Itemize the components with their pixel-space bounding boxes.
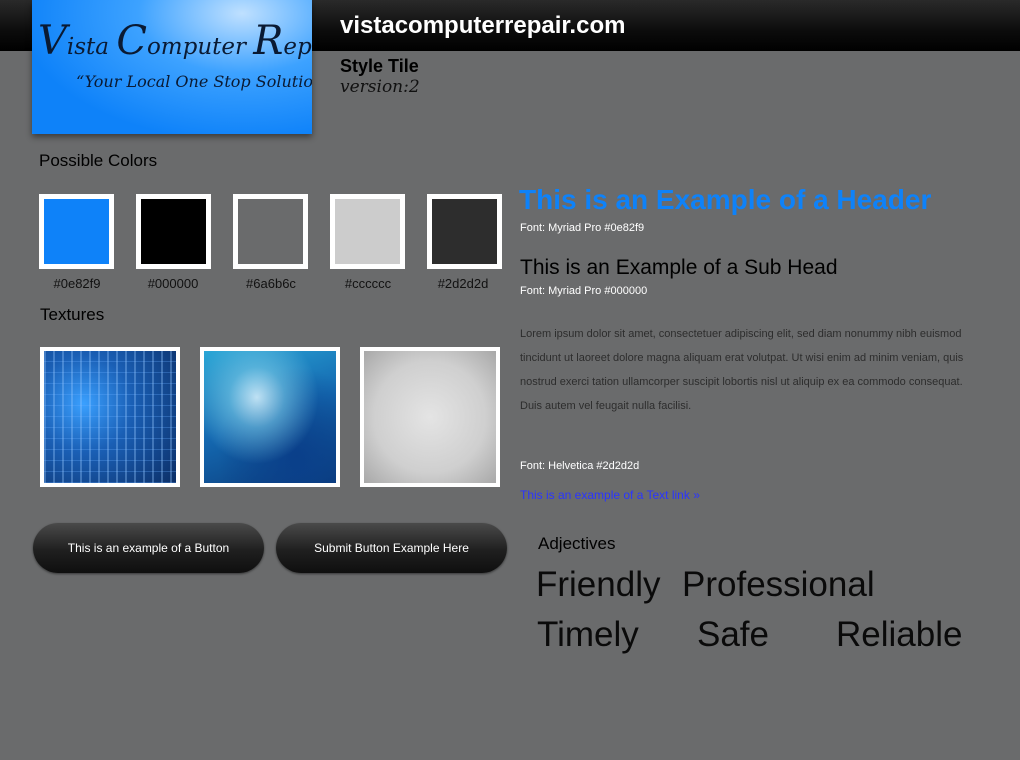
adjectives-title: Adjectives — [538, 534, 616, 553]
header-font-note: Font: Myriad Pro #0e82f9 — [520, 222, 645, 234]
example-button[interactable]: This is an example of a Button — [33, 523, 264, 573]
texture-circuit — [40, 347, 180, 487]
swatch-fill — [44, 199, 109, 264]
swatch-label-light-gray: #cccccc — [344, 276, 392, 291]
color-swatch-gray — [233, 194, 308, 269]
logo-initial-v: V — [38, 18, 67, 64]
color-swatch-dark-gray — [427, 194, 502, 269]
text-link-example[interactable]: This is an example of a Text link » — [520, 488, 700, 502]
adjective-professional: Professional — [682, 565, 875, 604]
submit-button[interactable]: Submit Button Example Here — [276, 523, 507, 573]
adjective-reliable: Reliable — [836, 615, 963, 654]
logo-word-computer: omputer — [146, 34, 254, 60]
blue-grunge-texture — [204, 351, 336, 483]
adjective-friendly: Friendly — [536, 565, 661, 604]
color-swatch-black — [136, 194, 211, 269]
subhead-font-note: Font: Myriad Pro #000000 — [520, 285, 648, 297]
circuit-board-texture — [44, 351, 176, 483]
logo-tagline: “Your Local One Stop Solution” — [76, 72, 312, 91]
texture-paper — [360, 347, 500, 487]
swatch-fill — [335, 199, 400, 264]
swatch-label-gray: #6a6b6c — [246, 276, 296, 291]
logo-title: Vista Computer Repair — [38, 18, 312, 64]
logo-word-vista: ista — [66, 34, 117, 60]
texture-grunge — [200, 347, 340, 487]
swatch-label-dark-gray: #2d2d2d — [437, 276, 489, 291]
color-swatch-light-gray — [330, 194, 405, 269]
swatch-label-black: #000000 — [147, 276, 199, 291]
swatch-fill — [141, 199, 206, 264]
adjective-timely: Timely — [537, 615, 639, 654]
logo-word-repair: epair — [283, 34, 312, 60]
header-example: This is an Example of a Header — [519, 184, 932, 215]
logo-initial-c: C — [116, 18, 147, 64]
swatch-label-blue: #0e82f9 — [53, 276, 101, 291]
body-text-example: Lorem ipsum dolor sit amet, consectetuer… — [520, 328, 964, 412]
swatch-fill — [432, 199, 497, 264]
logo-initial-r: R — [253, 18, 284, 64]
gray-paper-texture — [364, 351, 496, 483]
logo: Vista Computer Repair “Your Local One St… — [32, 0, 312, 134]
color-swatch-blue — [39, 194, 114, 269]
colors-section-title: Possible Colors — [39, 151, 158, 170]
style-tile-title: Style Tile — [340, 56, 419, 76]
textures-section-title: Textures — [40, 305, 105, 324]
body-font-note: Font: Helvetica #2d2d2d — [520, 460, 640, 472]
version-label: version:2 — [340, 77, 420, 97]
swatch-fill — [238, 199, 303, 264]
site-url: vistacomputerrepair.com — [340, 12, 626, 39]
adjective-safe: Safe — [697, 615, 769, 654]
subhead-example: This is an Example of a Sub Head — [520, 256, 838, 279]
